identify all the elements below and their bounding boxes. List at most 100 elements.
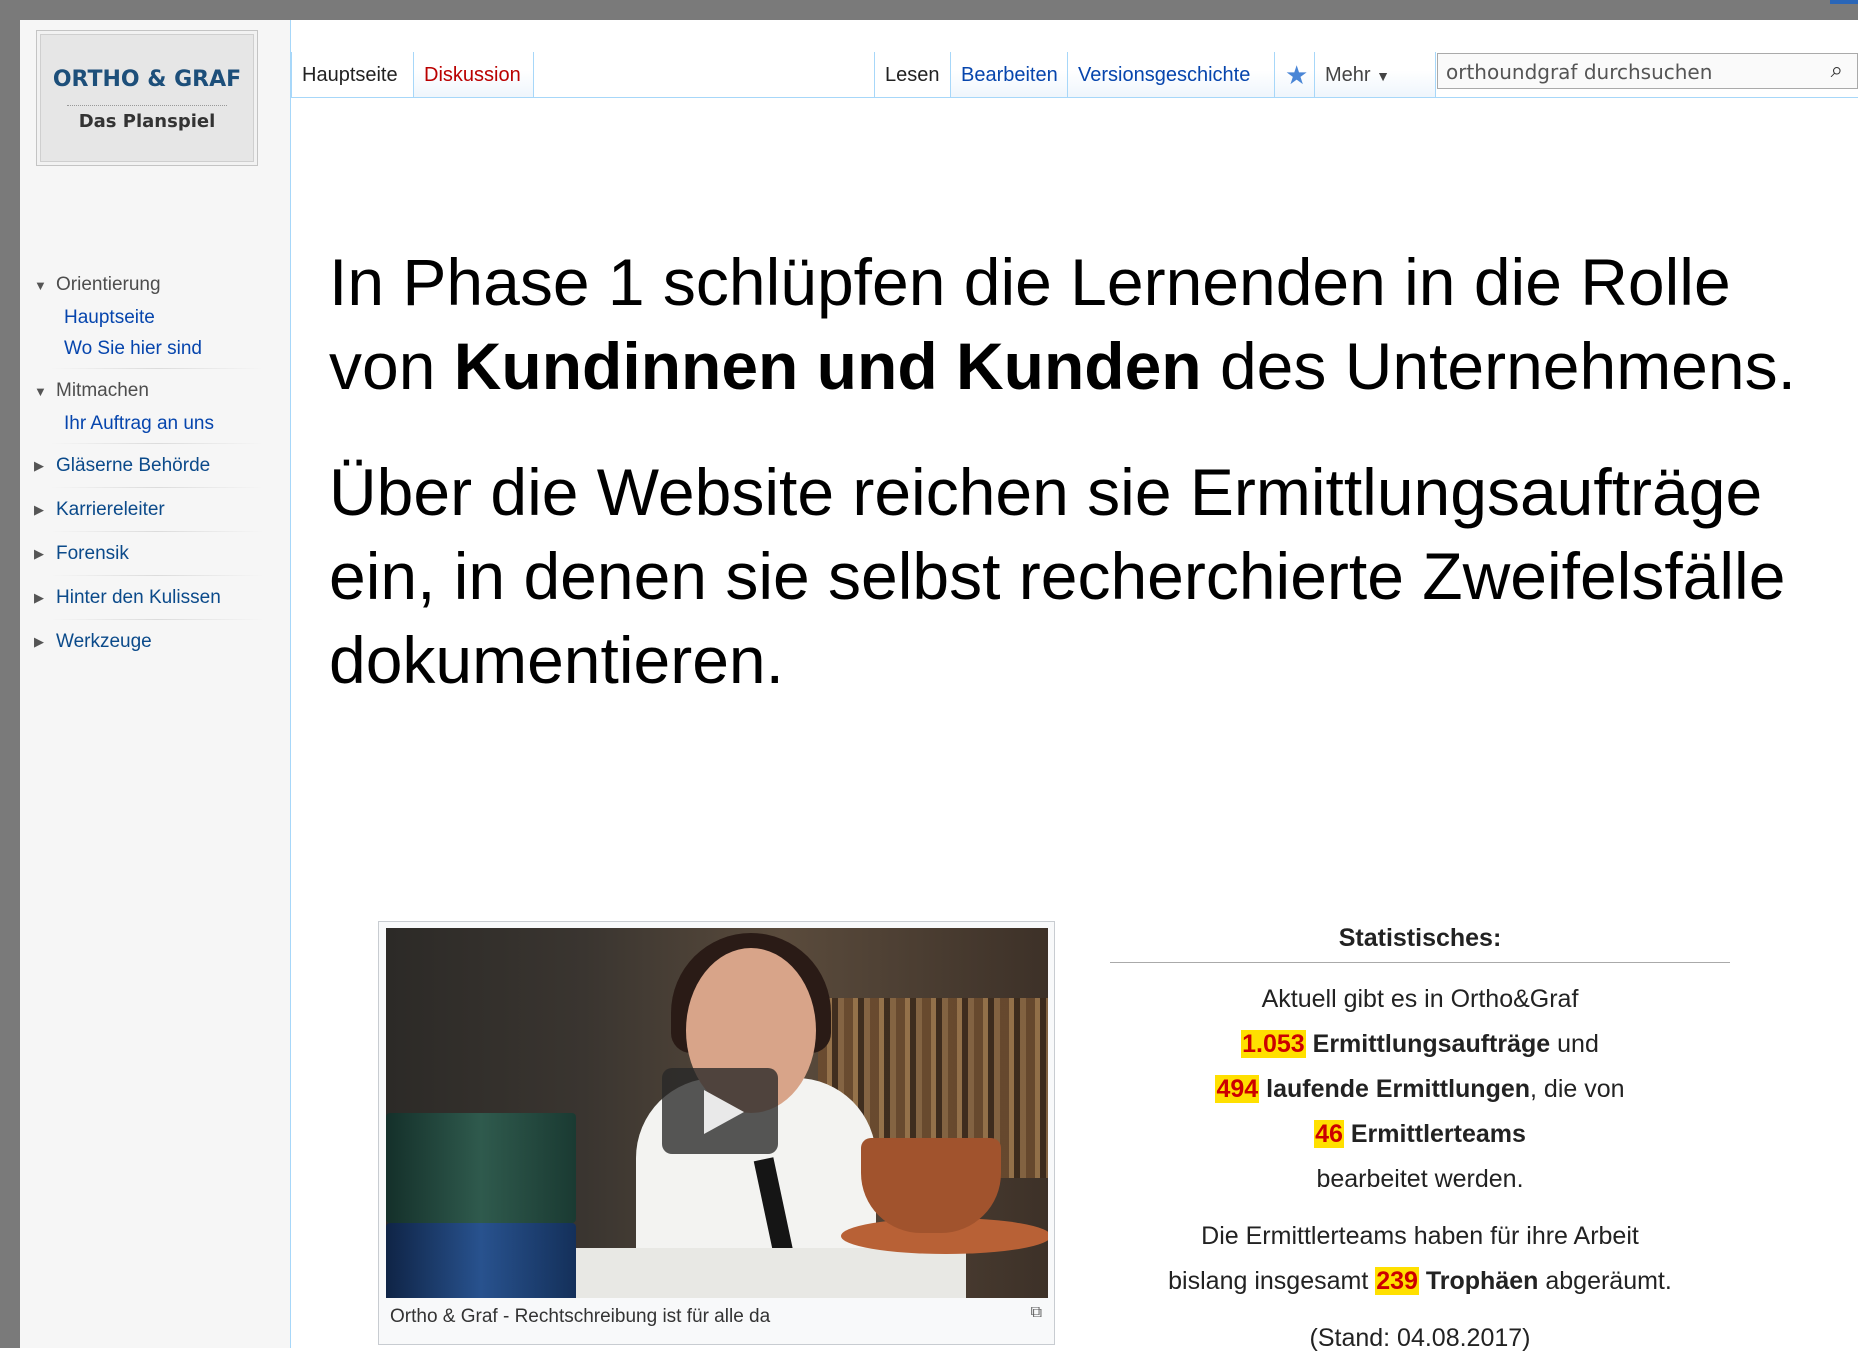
tab-diskussion[interactable]: Diskussion <box>414 52 534 98</box>
green-book-image <box>386 1113 576 1223</box>
stats-line-orders: 1.053 Ermittlungsaufträge und <box>1110 1022 1730 1067</box>
orders-count: 1.053 <box>1241 1030 1306 1058</box>
paragraph-line-2: ein, in denen sie selbst recherchierte Z… <box>329 539 1786 613</box>
stats-line-running: 494 laufende Ermittlungen, die von <box>1110 1067 1730 1112</box>
divider <box>1110 962 1730 963</box>
chevron-down-icon: ▼ <box>1376 68 1390 84</box>
paper-image <box>546 1248 966 1298</box>
sidebar: ORTHO & GRAF Das Planspiel ▼ Orientierun… <box>20 20 291 1348</box>
divider <box>50 487 264 488</box>
stats-line-5: bearbeitet werden. <box>1316 1165 1524 1193</box>
divider <box>50 368 264 369</box>
portal-heading-orientierung[interactable]: ▼ Orientierung <box>34 268 270 302</box>
teams-count: 46 <box>1314 1120 1344 1148</box>
play-button[interactable] <box>662 1068 778 1154</box>
search-placeholder: orthoundgraf durchsuchen <box>1446 60 1713 84</box>
logo-title: ORTHO & GRAF <box>52 67 242 92</box>
blue-book-image <box>386 1223 576 1298</box>
divider <box>50 531 264 532</box>
running-label[interactable]: laufende Ermittlungen <box>1266 1075 1530 1103</box>
triangle-down-icon: ▼ <box>34 383 47 399</box>
stats-line-teams: 46 Ermittlerteams <box>1110 1112 1730 1157</box>
stats-date: (Stand: 04.08.2017) <box>1309 1324 1531 1352</box>
paragraph-line-3: dokumentieren. <box>329 623 784 697</box>
portal-werkzeuge: ▶ Werkzeuge <box>34 625 270 659</box>
tab-border <box>291 97 1858 98</box>
running-count: 494 <box>1215 1075 1260 1103</box>
text-fragment: bislang insgesamt <box>1168 1267 1376 1295</box>
video-player[interactable] <box>386 928 1048 1298</box>
tab-hauptseite[interactable]: Hauptseite <box>291 52 414 98</box>
portal-label: Orientierung <box>56 274 161 295</box>
text-fragment: , die von <box>1530 1075 1625 1103</box>
more-label: Mehr <box>1325 64 1371 86</box>
bold-customers: Kundinnen und Kunden <box>453 329 1202 403</box>
tab-bearbeiten[interactable]: Bearbeiten <box>951 52 1068 98</box>
video-thumbnail-box: Ortho & Graf - Rechtschreibung ist für a… <box>378 921 1055 1345</box>
divider <box>50 443 264 444</box>
trophies-label[interactable]: Trophäen <box>1426 1267 1539 1295</box>
text-fragment: und <box>1550 1030 1599 1058</box>
triangle-right-icon: ▶ <box>34 590 44 605</box>
paragraph-line-1: Über die Website reichen sie Ermittlungs… <box>329 455 1763 529</box>
portal-label: Karriereleiter <box>56 499 165 520</box>
portal-label: Hinter den Kulissen <box>56 587 221 608</box>
video-caption: Ortho & Graf - Rechtschreibung ist für a… <box>390 1306 771 1327</box>
portal-heading-glaeserne-behoerde[interactable]: ▶ Gläserne Behörde <box>34 449 270 483</box>
statistics-title: Statistisches: <box>1338 924 1502 952</box>
text-fragment: des Unternehmens. <box>1201 329 1796 403</box>
portal-heading-karriereleiter[interactable]: ▶ Karriereleiter <box>34 493 270 527</box>
intro-line-2: von Kundinnen und Kunden des Unternehmen… <box>329 324 1858 408</box>
portal-heading-werkzeuge[interactable]: ▶ Werkzeuge <box>34 625 270 659</box>
logo-subtitle: Das Planspiel <box>78 111 216 132</box>
teams-label[interactable]: Ermittlerteams <box>1351 1120 1526 1148</box>
portal-label: Mitmachen <box>56 380 149 401</box>
sidebar-navigation: ▼ Orientierung Hauptseite Wo Sie hier si… <box>20 268 290 659</box>
statistics-box: Statistisches: Aktuell gibt es in Ortho&… <box>1110 920 1730 1361</box>
corner-accent <box>1830 0 1858 4</box>
tab-more-dropdown[interactable]: Mehr ▼ <box>1315 52 1436 98</box>
portal-heading-mitmachen[interactable]: ▼ Mitmachen <box>34 374 270 408</box>
portal-label: Gläserne Behörde <box>56 455 211 476</box>
stats-line-1: Aktuell gibt es in Ortho&Graf <box>1261 985 1579 1013</box>
stats-line-6: Die Ermittlerteams haben für ihre Arbeit <box>1201 1222 1639 1250</box>
portal-heading-hinter-den-kulissen[interactable]: ▶ Hinter den Kulissen <box>34 581 270 615</box>
search-icon[interactable]: ⌕ <box>1831 58 1843 83</box>
site-logo[interactable]: ORTHO & GRAF Das Planspiel <box>36 30 258 166</box>
tab-versionsgeschichte[interactable]: Versionsgeschichte <box>1068 52 1275 98</box>
portal-glaeserne-behoerde: ▶ Gläserne Behörde <box>34 449 270 483</box>
logo-divider <box>67 105 227 106</box>
portal-karriereleiter: ▶ Karriereleiter <box>34 493 270 527</box>
portal-label: Werkzeuge <box>56 631 152 652</box>
triangle-right-icon: ▶ <box>34 502 44 517</box>
triangle-right-icon: ▶ <box>34 458 44 473</box>
portal-hinter-den-kulissen: ▶ Hinter den Kulissen <box>34 581 270 615</box>
window-frame-left <box>0 0 20 1348</box>
triangle-right-icon: ▶ <box>34 634 44 649</box>
sidebar-item-wo-sie-hier-sind[interactable]: Wo Sie hier sind <box>64 333 270 364</box>
triangle-right-icon: ▶ <box>34 546 44 561</box>
sidebar-item-hauptseite[interactable]: Hauptseite <box>64 302 270 333</box>
intro-paragraph: In Phase 1 schlüpfen die Lernenden in di… <box>329 240 1858 408</box>
watch-star-icon[interactable]: ★ <box>1275 52 1315 98</box>
stats-line-trophies: bislang insgesamt 239 Trophäen abgeräumt… <box>1110 1259 1730 1304</box>
portal-orientierung: ▼ Orientierung Hauptseite Wo Sie hier si… <box>34 268 270 364</box>
search-input[interactable]: orthoundgraf durchsuchen ⌕ <box>1437 53 1858 89</box>
divider <box>50 619 264 620</box>
website-paragraph: Über die Website reichen sie Ermittlungs… <box>329 450 1858 702</box>
portal-forensik: ▶ Forensik <box>34 537 270 571</box>
intro-line-1: In Phase 1 schlüpfen die Lernenden in di… <box>329 245 1731 319</box>
triangle-down-icon: ▼ <box>34 277 47 293</box>
sidebar-item-ihr-auftrag[interactable]: Ihr Auftrag an uns <box>64 408 270 439</box>
window-frame-top <box>0 0 1858 20</box>
divider <box>50 575 264 576</box>
text-fragment: abgeräumt. <box>1538 1267 1672 1295</box>
text-fragment: von <box>329 329 454 403</box>
enlarge-icon[interactable]: ⧉ <box>1031 1304 1042 1322</box>
orders-label[interactable]: Ermittlungsaufträge <box>1313 1030 1551 1058</box>
portal-label: Forensik <box>56 543 129 564</box>
tab-lesen[interactable]: Lesen <box>874 52 951 98</box>
portal-mitmachen: ▼ Mitmachen Ihr Auftrag an uns <box>34 374 270 439</box>
trophies-count: 239 <box>1375 1267 1419 1295</box>
portal-heading-forensik[interactable]: ▶ Forensik <box>34 537 270 571</box>
